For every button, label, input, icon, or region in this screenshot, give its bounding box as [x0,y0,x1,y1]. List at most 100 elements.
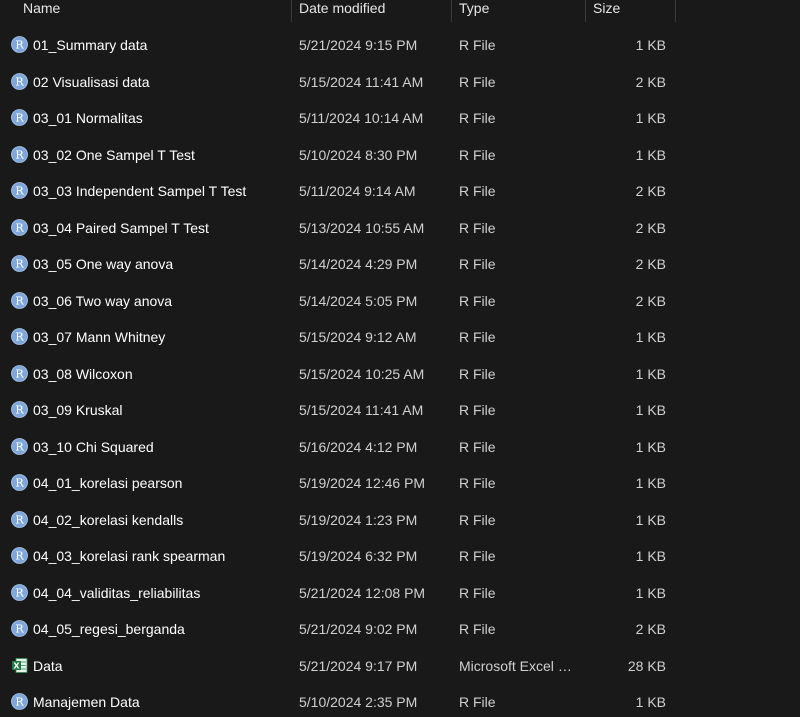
file-date-modified: 5/14/2024 5:05 PM [299,292,418,309]
file-size: 1 KB [635,402,666,418]
r-file-icon: R [11,510,28,528]
file-size: 1 KB [635,584,666,601]
r-file-icon: R [11,109,28,126]
file-date-modified: 5/15/2024 9:12 AM [299,329,417,345]
file-date-modified: 5/10/2024 2:35 PM [299,694,418,710]
svg-text:R: R [15,331,24,344]
r-file-icon: R [11,364,28,382]
r-file-icon: R [11,620,28,637]
r-file-icon: R [11,401,28,418]
file-size: 28 KB [627,657,666,674]
file-row[interactable]: R 03_05 One way anova 5/14/2024 4:29 PM R F… [0,246,800,283]
svg-text:R: R [15,513,24,526]
file-row[interactable]: R 03_03 Independent Sampel T Test 5/11/202… [0,173,800,210]
file-row[interactable]: R 03_01 Normalitas 5/11/2024 10:14 AM R Fil… [0,100,800,137]
r-file-icon: R [11,474,28,491]
svg-text:R: R [15,221,24,234]
file-type: R File [459,219,496,236]
column-header-size[interactable]: Size [586,0,676,22]
file-type: R File [459,621,496,637]
file-size: 2 KB [635,621,666,637]
file-type: R File [459,365,496,382]
svg-text:R: R [15,258,24,271]
r-file-icon: R [11,583,28,601]
file-size: 1 KB [635,365,666,382]
file-size: 1 KB [635,438,666,455]
column-header-type[interactable]: Type [452,0,586,22]
r-file-icon: R [11,145,28,163]
r-file-icon: R [11,328,28,345]
column-header-name[interactable]: Name [16,0,292,22]
file-type: R File [459,584,496,601]
r-file-icon: R [11,693,28,710]
file-date-modified: 5/14/2024 4:29 PM [299,256,418,272]
file-name: Data [33,657,63,674]
file-type: R File [459,694,496,710]
file-row[interactable]: R 03_08 Wilcoxon 5/15/2024 10:25 AM R File 1… [0,356,800,393]
file-date-modified: 5/19/2024 12:46 PM [299,475,426,491]
file-explorer-details-view: Name Date modified Type Size R 01_Summary… [0,0,800,717]
svg-text:R: R [15,586,24,599]
file-name: 04_05_regesi_berganda [33,621,185,637]
file-row[interactable]: R 02 Visualisasi data 5/15/2024 11:41 AM R … [0,64,800,101]
svg-text:X: X [13,661,20,670]
file-name: 04_01_korelasi pearson [33,475,183,491]
column-header-date-modified[interactable]: Date modified [292,0,452,22]
file-row[interactable]: R Manajemen Data 5/10/2024 2:35 PM R File 1 … [0,684,800,717]
svg-text:R: R [15,477,24,490]
file-row[interactable]: R 03_02 One Sampel T Test 5/10/2024 8:30 P… [0,137,800,174]
file-row[interactable]: R 01_Summary data 5/21/2024 9:15 PM R File 1… [0,27,800,64]
file-date-modified: 5/21/2024 9:17 PM [299,657,418,674]
file-row[interactable]: R 03_09 Kruskal 5/15/2024 11:41 AM R File 1 … [0,392,800,429]
file-date-modified: 5/15/2024 11:41 AM [299,73,424,90]
file-size: 1 KB [635,110,666,126]
file-name: 03_07 Mann Whitney [33,329,166,345]
file-row[interactable]: R 04_03_korelasi rank spearman 5/19/2024 6… [0,538,800,575]
excel-file-icon: X [11,657,28,674]
file-date-modified: 5/15/2024 10:25 AM [299,365,425,382]
file-type: R File [459,292,496,309]
file-type: R File [459,402,496,418]
file-date-modified: 5/21/2024 9:15 PM [299,37,418,53]
file-type: R File [459,256,496,272]
file-date-modified: 5/11/2024 9:14 AM [299,183,416,199]
file-type: R File [459,511,496,528]
column-header-row: Name Date modified Type Size [0,0,800,22]
file-type: R File [459,37,496,53]
file-row[interactable]: R 03_06 Two way anova 5/14/2024 5:05 PM R F… [0,283,800,320]
file-date-modified: 5/10/2024 8:30 PM [299,146,418,163]
svg-text:R: R [15,148,24,161]
r-file-icon: R [11,437,28,455]
r-file-icon: R [11,36,28,53]
file-size: 1 KB [635,37,666,53]
file-type: Microsoft Excel W... [459,657,581,674]
file-row[interactable]: R 03_04 Paired Sampel T Test 5/13/2024 10:… [0,210,800,247]
file-name: 03_01 Normalitas [33,110,143,126]
file-size: 2 KB [635,292,666,309]
svg-text:R: R [15,367,24,380]
file-row[interactable]: R 04_02_korelasi kendalls 5/19/2024 1:23 P… [0,502,800,539]
svg-text:R: R [15,185,24,198]
r-file-icon: R [11,255,28,272]
file-name: 03_05 One way anova [33,256,174,272]
file-row[interactable]: R 04_01_korelasi pearson 5/19/2024 12:46 P… [0,465,800,502]
file-type: R File [459,438,496,455]
svg-text:R: R [15,440,24,453]
r-file-icon: R [11,72,28,90]
file-row[interactable]: R 04_05_regesi_berganda 5/21/2024 9:02 PM R… [0,611,800,648]
file-row[interactable]: R 03_07 Mann Whitney 5/15/2024 9:12 AM R Fi… [0,319,800,356]
file-name: 03_08 Wilcoxon [33,365,133,382]
file-name: 04_02_korelasi kendalls [33,511,184,528]
file-date-modified: 5/16/2024 4:12 PM [299,438,418,455]
file-row[interactable]: R 04_04_validitas_reliabilitas 5/21/2024 1… [0,575,800,612]
file-size: 1 KB [635,511,666,528]
file-name: 03_04 Paired Sampel T Test [33,219,209,236]
r-file-icon: R [11,547,28,564]
file-type: R File [459,475,496,491]
r-file-icon: R [11,218,28,236]
svg-text:R: R [15,696,24,709]
svg-text:R: R [15,623,24,636]
file-row[interactable]: X Data 5/21/2024 9:17 PM Microsoft Excel W.… [0,648,800,685]
file-row[interactable]: R 03_10 Chi Squared 5/16/2024 4:12 PM R Fil… [0,429,800,466]
file-name: 04_04_validitas_reliabilitas [33,584,201,601]
